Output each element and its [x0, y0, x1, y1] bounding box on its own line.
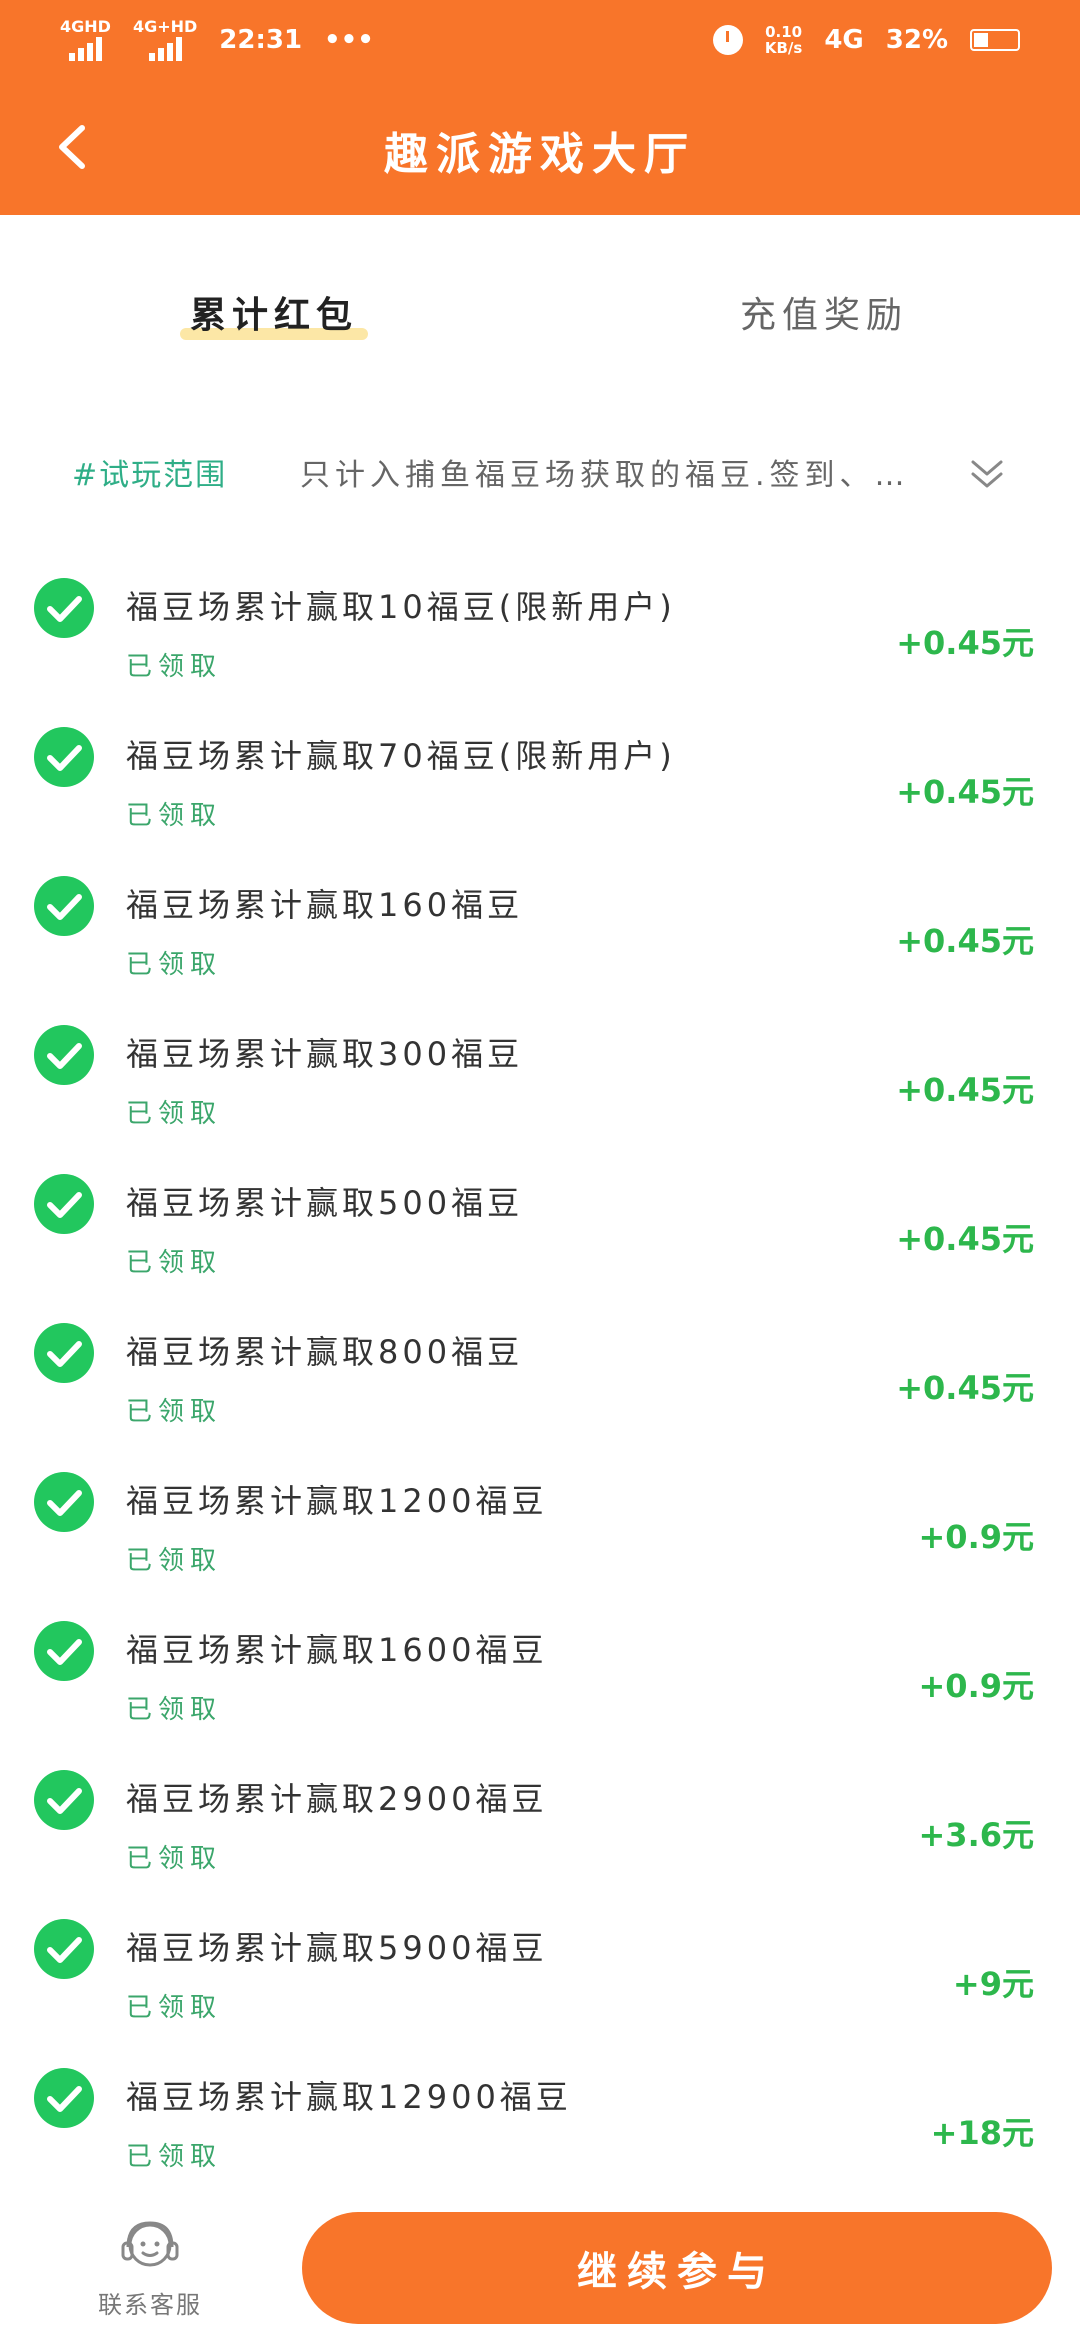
item-status: 已领取: [126, 1248, 223, 1278]
item-amount: +0.9元: [918, 1667, 1034, 1705]
continue-participate-button[interactable]: 继续参与: [302, 2212, 1052, 2324]
nav-bar: 趣派游戏大厅: [0, 80, 1080, 215]
item-title: 福豆场累计赢取160福豆: [126, 886, 524, 924]
status-left: 4GHD 4G+HD 22:31 •••: [60, 19, 374, 61]
app-header: 4GHD 4G+HD 22:31 ••• 0.10 KB/s 4G 32% 趣派…: [0, 0, 1080, 215]
list-item: 福豆场累计赢取70福豆(限新用户) 已领取 +0.45元: [0, 719, 1080, 868]
headset-icon: [121, 2221, 179, 2267]
item-title: 福豆场累计赢取300福豆: [126, 1035, 524, 1073]
check-circle-icon: [34, 1621, 94, 1681]
item-status: 已领取: [126, 1546, 223, 1576]
item-title: 福豆场累计赢取2900福豆: [126, 1780, 548, 1818]
network-type: 4G: [824, 25, 864, 55]
item-amount: +18元: [930, 2114, 1034, 2152]
item-amount: +0.45元: [896, 1071, 1034, 1109]
status-right: 0.10 KB/s 4G 32%: [712, 24, 1020, 56]
item-title: 福豆场累计赢取5900福豆: [126, 1929, 548, 1967]
list-item: 福豆场累计赢取1200福豆 已领取 +0.9元: [0, 1464, 1080, 1613]
signal-bars-icon: [68, 35, 102, 61]
page-title: 趣派游戏大厅: [384, 129, 696, 180]
item-status: 已领取: [126, 1695, 223, 1725]
signal-2: 4G+HD: [133, 19, 197, 61]
item-title: 福豆场累计赢取1600福豆: [126, 1631, 548, 1669]
signal-1: 4GHD: [60, 19, 111, 61]
check-circle-icon: [34, 727, 94, 787]
list-item: 福豆场累计赢取5900福豆 已领取 +9元: [0, 1911, 1080, 2060]
item-status: 已领取: [126, 1397, 223, 1427]
network-speed: 0.10 KB/s: [765, 24, 802, 56]
list-item: 福豆场累计赢取10福豆(限新用户) 已领取 +0.45元: [0, 570, 1080, 719]
status-more-dots: •••: [324, 25, 374, 55]
signal-2-label: 4G+HD: [132, 17, 198, 36]
item-amount: +0.45元: [896, 1220, 1034, 1258]
item-title: 福豆场累计赢取10福豆(限新用户): [126, 588, 676, 626]
item-status: 已领取: [126, 2142, 223, 2172]
list-item: 福豆场累计赢取160福豆 已领取 +0.45元: [0, 868, 1080, 1017]
scope-description: 只计入捕鱼福豆场获取的福豆.签到、…: [300, 458, 910, 493]
list-item: 福豆场累计赢取500福豆 已领取 +0.45元: [0, 1166, 1080, 1315]
item-title: 福豆场累计赢取1200福豆: [126, 1482, 548, 1520]
scope-row[interactable]: #试玩范围 只计入捕鱼福豆场获取的福豆.签到、…: [0, 450, 1080, 500]
check-circle-icon: [34, 1025, 94, 1085]
check-circle-icon: [34, 1770, 94, 1830]
double-chevron-down-icon[interactable]: [965, 452, 1009, 496]
reward-list: 福豆场累计赢取10福豆(限新用户) 已领取 +0.45元 福豆场累计赢取70福豆…: [0, 570, 1080, 2209]
item-amount: +0.9元: [918, 1518, 1034, 1556]
speed-value: 0.10: [765, 23, 803, 41]
alarm-clock-icon: [712, 25, 743, 55]
item-amount: +9元: [952, 1965, 1034, 2003]
check-circle-icon: [34, 1472, 94, 1532]
item-status: 已领取: [126, 1844, 223, 1874]
item-title: 福豆场累计赢取800福豆: [126, 1333, 524, 1371]
item-amount: +0.45元: [896, 922, 1034, 960]
check-circle-icon: [34, 1174, 94, 1234]
check-circle-icon: [34, 1323, 94, 1383]
list-item: 福豆场累计赢取2900福豆 已领取 +3.6元: [0, 1762, 1080, 1911]
item-amount: +0.45元: [896, 1369, 1034, 1407]
check-circle-icon: [34, 876, 94, 936]
status-time: 22:31: [219, 25, 303, 55]
item-title: 福豆场累计赢取70福豆(限新用户): [126, 737, 676, 775]
list-item: 福豆场累计赢取12900福豆 已领取 +18元: [0, 2060, 1080, 2209]
status-bar: 4GHD 4G+HD 22:31 ••• 0.10 KB/s 4G 32%: [0, 0, 1080, 80]
list-item: 福豆场累计赢取1600福豆 已领取 +0.9元: [0, 1613, 1080, 1762]
signal-bars-icon: [148, 35, 182, 61]
item-amount: +0.45元: [896, 773, 1034, 811]
speed-unit: KB/s: [764, 39, 803, 57]
item-status: 已领取: [126, 1993, 223, 2023]
check-circle-icon: [34, 2068, 94, 2128]
tab-accumulated-redpacket[interactable]: 累计红包: [180, 280, 369, 344]
scope-tag: #试玩范围: [72, 458, 228, 493]
battery-icon: [970, 29, 1020, 51]
item-title: 福豆场累计赢取12900福豆: [126, 2078, 572, 2116]
check-circle-icon: [34, 1919, 94, 1979]
item-amount: +3.6元: [918, 1816, 1034, 1854]
list-item: 福豆场累计赢取300福豆 已领取 +0.45元: [0, 1017, 1080, 1166]
item-status: 已领取: [126, 801, 223, 831]
item-title: 福豆场累计赢取500福豆: [126, 1184, 524, 1222]
tab-recharge-reward[interactable]: 充值奖励: [730, 280, 918, 344]
tab-bar: 累计红包 充值奖励: [0, 280, 1080, 360]
item-status: 已领取: [126, 950, 223, 980]
check-circle-icon: [34, 578, 94, 638]
battery-percent: 32%: [885, 25, 948, 55]
signal-1-label: 4GHD: [60, 17, 111, 36]
customer-service-label: 联系客服: [98, 2291, 202, 2319]
customer-service-button[interactable]: 联系客服: [80, 2215, 220, 2320]
list-item: 福豆场累计赢取800福豆 已领取 +0.45元: [0, 1315, 1080, 1464]
item-status: 已领取: [126, 1099, 223, 1129]
item-amount: +0.45元: [896, 624, 1034, 662]
item-status: 已领取: [126, 652, 223, 682]
